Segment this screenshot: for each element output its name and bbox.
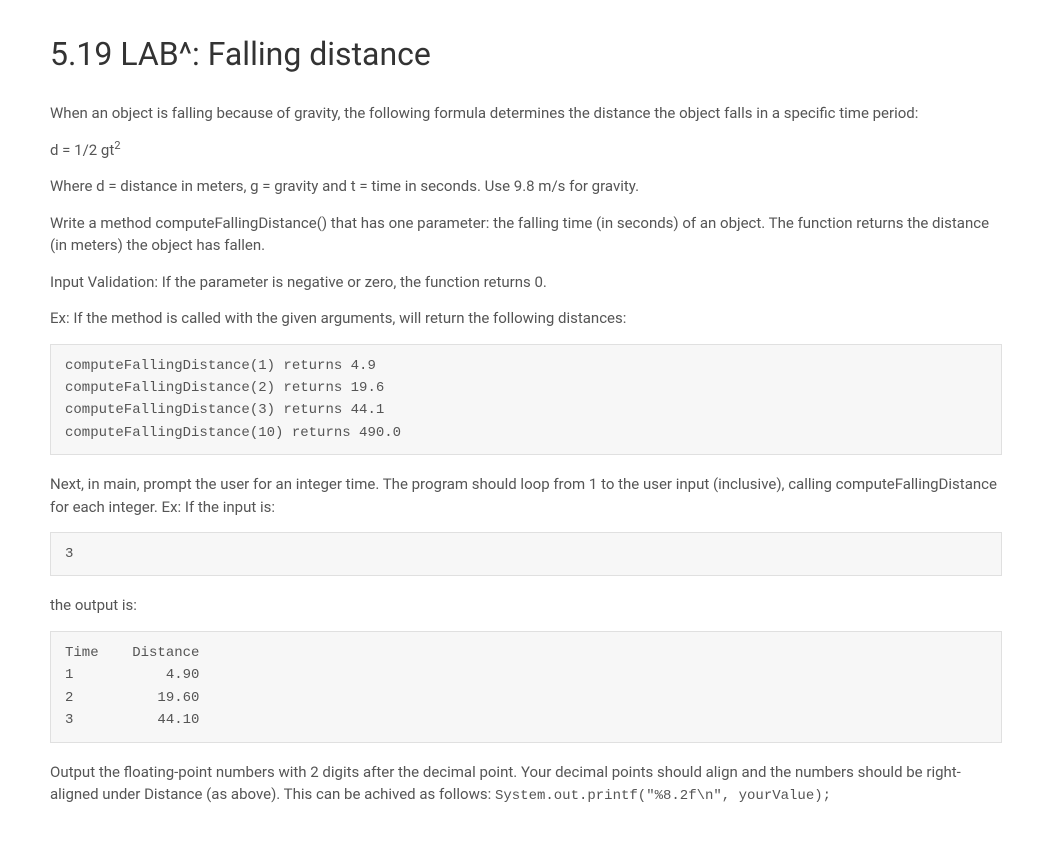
formula: d = 1/2 gt2 <box>50 139 1002 162</box>
validation-paragraph: Input Validation: If the parameter is ne… <box>50 271 1002 294</box>
example-output-code: Time Distance 1 4.90 2 19.60 3 44.10 <box>50 631 1002 743</box>
formula-text: d = 1/2 gt <box>50 141 114 159</box>
formula-exponent: 2 <box>114 139 120 152</box>
printf-code: System.out.printf("%8.2f\n", yourValue); <box>495 788 831 804</box>
example-intro-paragraph: Ex: If the method is called with the giv… <box>50 307 1002 330</box>
method-description-paragraph: Write a method computeFallingDistance() … <box>50 212 1002 257</box>
example-input-code: 3 <box>50 532 1002 576</box>
main-loop-paragraph: Next, in main, prompt the user for an in… <box>50 473 1002 518</box>
output-intro-paragraph: the output is: <box>50 594 1002 617</box>
formatting-paragraph: Output the floating-point numbers with 2… <box>50 761 1002 808</box>
example-returns-code: computeFallingDistance(1) returns 4.9 co… <box>50 344 1002 456</box>
page-title: 5.19 LAB^: Falling distance <box>50 30 1002 78</box>
definitions-paragraph: Where d = distance in meters, g = gravit… <box>50 175 1002 198</box>
intro-paragraph: When an object is falling because of gra… <box>50 102 1002 125</box>
